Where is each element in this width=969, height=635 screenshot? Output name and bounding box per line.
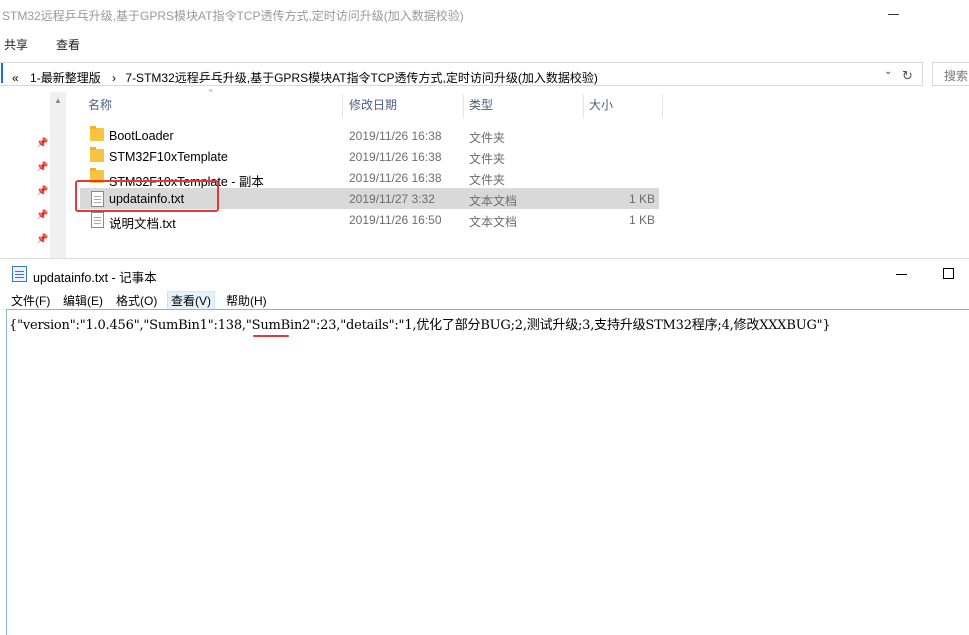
ribbon-tab-share[interactable]: 共享 bbox=[4, 36, 28, 53]
notepad-title-bar: updatainfo.txt - 记事本 bbox=[0, 259, 969, 289]
column-separator[interactable] bbox=[583, 94, 584, 118]
ribbon-tab-view[interactable]: 查看 bbox=[56, 36, 80, 53]
sort-ascending-icon: ⌃ bbox=[207, 88, 215, 98]
underline-annotation bbox=[253, 335, 289, 337]
file-type: 文本文档 bbox=[469, 194, 518, 208]
breadcrumb-separator-icon: › bbox=[112, 71, 117, 85]
menu-view[interactable]: 查看(V) bbox=[167, 291, 215, 310]
file-date: 2019/11/26 16:38 bbox=[349, 171, 442, 185]
notepad-minimize-button[interactable] bbox=[890, 264, 914, 284]
folder-icon bbox=[90, 126, 104, 141]
column-separator[interactable] bbox=[463, 94, 464, 118]
column-header-type[interactable]: 类型 bbox=[469, 96, 493, 113]
notepad-icon bbox=[12, 266, 27, 282]
file-date: 2019/11/26 16:38 bbox=[349, 150, 442, 164]
column-separator[interactable] bbox=[662, 94, 663, 118]
pin-icon[interactable]: 📌 bbox=[36, 138, 48, 149]
file-type: 文件夹 bbox=[469, 173, 506, 187]
folder-icon bbox=[90, 147, 104, 162]
nav-pane-scrollbar[interactable] bbox=[50, 92, 66, 262]
refresh-icon[interactable]: ↻ bbox=[902, 68, 913, 84]
explorer-title-bar: STM32远程乒乓升级,基于GPRS模块AT指令TCP透传方式,定时访问升级(加… bbox=[0, 0, 969, 30]
explorer-ribbon-tabs: 共享 查看 bbox=[0, 30, 969, 56]
explorer-minimize-button[interactable] bbox=[884, 4, 904, 24]
file-name: BootLoader bbox=[109, 129, 174, 143]
scroll-up-arrow-icon[interactable]: ▲ bbox=[54, 96, 62, 105]
address-back-chevron-icon[interactable]: « bbox=[12, 71, 19, 85]
address-caret bbox=[1, 63, 3, 83]
file-row-readme[interactable]: 说明文档.txt 2019/11/26 16:50 文本文档 1 KB bbox=[80, 209, 659, 231]
column-header-name[interactable]: 名称 bbox=[88, 96, 112, 113]
column-separator[interactable] bbox=[342, 94, 343, 118]
breadcrumb-item-root[interactable]: 1-最新整理版 bbox=[30, 71, 101, 85]
file-name: STM32F10xTemplate bbox=[109, 150, 228, 164]
file-name: 说明文档.txt bbox=[109, 217, 176, 231]
notepad-maximize-button[interactable] bbox=[936, 264, 960, 284]
file-row-template[interactable]: STM32F10xTemplate 2019/11/26 16:38 文件夹 bbox=[80, 146, 659, 167]
address-bar[interactable]: « 1-最新整理版 › 7-STM32远程乒乓升级,基于GPRS模块AT指令TC… bbox=[0, 62, 923, 86]
file-size: 1 KB bbox=[628, 213, 655, 227]
notepad-content: {"version":"1.0.456","SumBin1":138,"SumB… bbox=[9, 318, 831, 333]
menu-file[interactable]: 文件(F) bbox=[8, 292, 53, 309]
file-type: 文件夹 bbox=[469, 131, 506, 145]
notepad-menu-bar: 文件(F) 编辑(E) 格式(O) 查看(V) 帮助(H) bbox=[0, 289, 969, 310]
notepad-window: updatainfo.txt - 记事本 文件(F) 编辑(E) 格式(O) 查… bbox=[0, 258, 969, 635]
menu-edit[interactable]: 编辑(E) bbox=[60, 292, 106, 309]
column-header-size[interactable]: 大小 bbox=[589, 96, 613, 113]
menu-format[interactable]: 格式(O) bbox=[113, 292, 160, 309]
column-header-date[interactable]: 修改日期 bbox=[349, 96, 397, 113]
file-type: 文本文档 bbox=[469, 215, 518, 229]
pin-icon[interactable]: 📌 bbox=[36, 210, 48, 221]
highlight-box-annotation bbox=[75, 180, 219, 212]
file-date: 2019/11/27 3:32 bbox=[349, 192, 435, 206]
address-bar-row: « 1-最新整理版 › 7-STM32远程乒乓升级,基于GPRS模块AT指令TC… bbox=[0, 60, 969, 88]
notepad-text-area[interactable]: {"version":"1.0.456","SumBin1":138,"SumB… bbox=[6, 309, 969, 635]
file-type: 文件夹 bbox=[469, 152, 506, 166]
address-dropdown-chevron-icon[interactable]: ⌄ bbox=[884, 66, 892, 77]
pin-icon[interactable]: 📌 bbox=[36, 234, 48, 245]
pin-icon[interactable]: 📌 bbox=[36, 162, 48, 173]
menu-help[interactable]: 帮助(H) bbox=[223, 292, 270, 309]
file-row-bootloader[interactable]: BootLoader 2019/11/26 16:38 文件夹 bbox=[80, 125, 659, 146]
explorer-window-title: STM32远程乒乓升级,基于GPRS模块AT指令TCP透传方式,定时访问升级(加… bbox=[2, 9, 464, 23]
breadcrumb-item-current[interactable]: 7-STM32远程乒乓升级,基于GPRS模块AT指令TCP透传方式,定时访问升级… bbox=[125, 71, 597, 85]
file-date: 2019/11/26 16:50 bbox=[349, 213, 442, 227]
search-placeholder: 搜索 bbox=[944, 69, 969, 83]
notepad-window-title: updatainfo.txt - 记事本 bbox=[33, 271, 157, 285]
pin-icon[interactable]: 📌 bbox=[36, 186, 48, 197]
txt-file-icon bbox=[91, 212, 104, 228]
address-path: « 1-最新整理版 › 7-STM32远程乒乓升级,基于GPRS模块AT指令TC… bbox=[12, 69, 598, 86]
file-size: 1 KB bbox=[628, 192, 655, 206]
file-date: 2019/11/26 16:38 bbox=[349, 129, 442, 143]
